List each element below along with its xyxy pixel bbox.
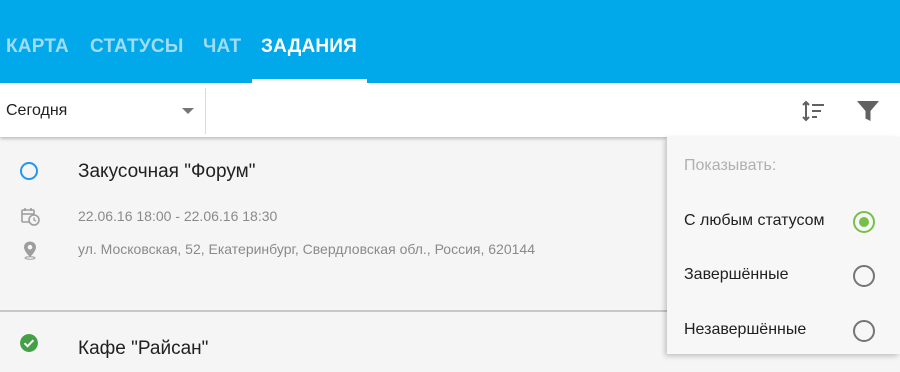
date-filter-select[interactable]: Сегодня xyxy=(0,83,205,137)
tab-chat[interactable]: ЧАТ xyxy=(203,36,241,58)
tab-statuses[interactable]: СТАТУСЫ xyxy=(90,36,184,58)
status-done-icon xyxy=(20,334,38,352)
task-time: 22.06.16 18:00 - 22.06.16 18:30 xyxy=(78,208,278,224)
radio-unselected-icon[interactable] xyxy=(853,265,875,287)
radio-unselected-icon[interactable] xyxy=(853,320,875,342)
date-filter-value: Сегодня xyxy=(6,102,68,119)
task-title: Кафе "Райсан" xyxy=(78,338,209,359)
radio-selected-icon[interactable] xyxy=(853,211,875,233)
filter-option-any-status[interactable]: С любым статусом xyxy=(667,202,900,242)
radio-dot xyxy=(859,217,869,227)
tab-tasks[interactable]: ЗАДАНИЯ xyxy=(261,36,357,58)
filter-menu-heading: Показывать: xyxy=(684,157,777,174)
filter-option-incomplete[interactable]: Незавершённые xyxy=(667,311,900,351)
tab-map[interactable]: КАРТА xyxy=(6,36,69,58)
dropdown-arrow-icon xyxy=(182,108,194,114)
filter-option-label: С любым статусом xyxy=(684,212,825,229)
toolbar-divider xyxy=(205,88,206,134)
app-bar: КАРТА СТАТУСЫ ЧАТ ЗАДАНИЯ xyxy=(0,0,900,83)
filter-option-label: Незавершённые xyxy=(684,321,807,338)
filter-option-completed[interactable]: Завершённые xyxy=(667,256,900,296)
filter-menu: Показывать: С любым статусом Завершённые… xyxy=(667,137,900,354)
task-title: Закусочная "Форум" xyxy=(78,161,256,182)
status-open-icon xyxy=(20,162,38,180)
toolbar: Сегодня xyxy=(0,83,900,137)
sort-icon[interactable] xyxy=(800,99,826,123)
filter-icon[interactable] xyxy=(856,99,880,123)
calendar-clock-icon xyxy=(21,208,40,226)
task-address: ул. Московская, 52, Екатеринбург, Свердл… xyxy=(78,241,535,257)
filter-option-label: Завершённые xyxy=(684,266,789,283)
location-pin-icon xyxy=(24,241,36,260)
